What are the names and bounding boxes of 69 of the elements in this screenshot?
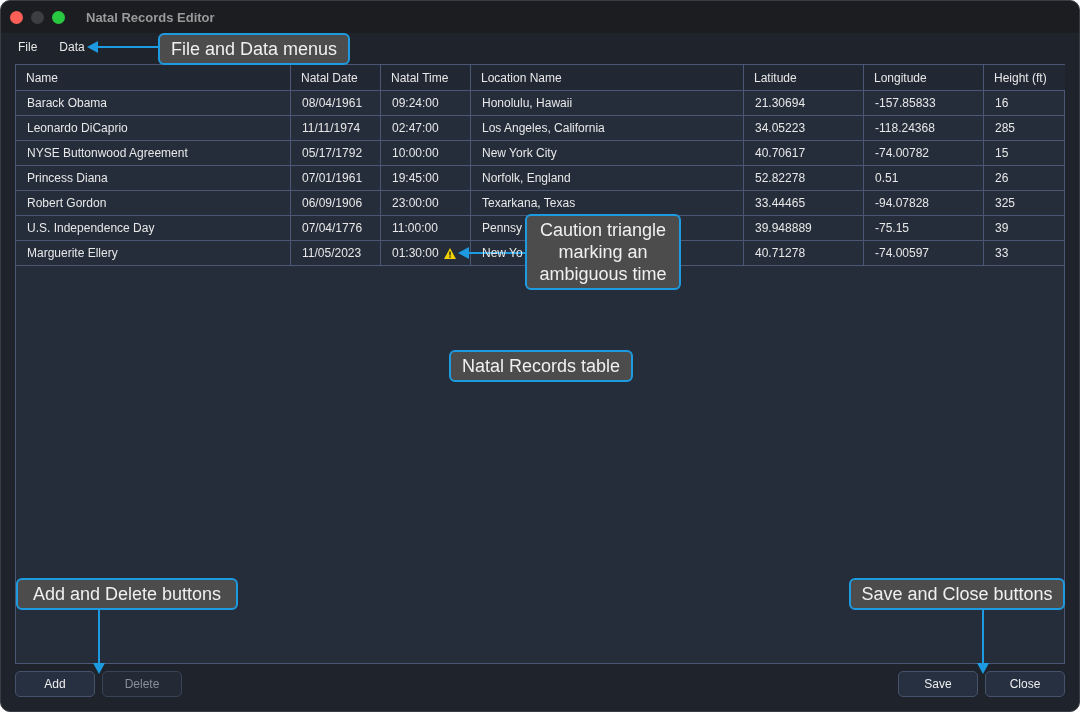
table-cell: Leonardo DiCaprio	[16, 116, 291, 141]
close-button[interactable]: Close	[985, 671, 1065, 697]
column-header[interactable]: Location Name	[471, 65, 744, 91]
table-cell: -157.85833	[864, 91, 984, 116]
table-cell: 11/11/1974	[291, 116, 381, 141]
callout: File and Data menus	[158, 33, 350, 65]
table-cell: 19:45:00	[392, 171, 439, 185]
table-cell: Honolulu, Hawaii	[471, 91, 744, 116]
table-cell: 07/04/1776	[291, 216, 381, 241]
table-cell: 11:00:00	[392, 221, 438, 235]
callout: Natal Records table	[449, 350, 633, 382]
column-header[interactable]: Natal Time	[381, 65, 471, 91]
table-cell: 325	[984, 191, 1065, 216]
column-header[interactable]: Height (ft)	[984, 65, 1065, 91]
table-cell: -118.24368	[864, 116, 984, 141]
table-cell: 33.44465	[744, 191, 864, 216]
table-cell: 52.82278	[744, 166, 864, 191]
menu-item[interactable]: File	[18, 40, 38, 54]
table-cell: 39	[984, 216, 1065, 241]
column-header[interactable]: Natal Date	[291, 65, 381, 91]
table-cell: 23:00:00	[392, 196, 439, 210]
table-cell: 11/05/2023	[291, 241, 381, 266]
table-cell: NYSE Buttonwood Agreement	[16, 141, 291, 166]
menu-item[interactable]: Data	[59, 40, 85, 54]
callout: Save and Close buttons	[849, 578, 1065, 610]
table-cell: 10:00:00	[392, 146, 439, 160]
callout: Add and Delete buttons	[16, 578, 238, 610]
table-cell: 08/04/1961	[291, 91, 381, 116]
callout: Caution triangle marking an ambiguous time	[525, 214, 681, 290]
table-cell: 34.05223	[744, 116, 864, 141]
table-cell: Norfolk, England	[471, 166, 744, 191]
table-cell: 09:24:00	[392, 96, 439, 110]
table-cell: Robert Gordon	[16, 191, 291, 216]
table-cell: -74.00597	[864, 241, 984, 266]
table-cell: 21.30694	[744, 91, 864, 116]
arrow	[87, 40, 158, 54]
table-cell: U.S. Independence Day	[16, 216, 291, 241]
table-cell: 26	[984, 166, 1065, 191]
table-cell: 16	[984, 91, 1065, 116]
close-window-icon[interactable]	[10, 10, 23, 24]
table-cell: Marguerite Ellery	[16, 241, 291, 266]
table-cell: 02:47:00	[392, 121, 439, 135]
column-header[interactable]: Longitude	[864, 65, 984, 91]
column-header[interactable]: Latitude	[744, 65, 864, 91]
table-cell: 15	[984, 141, 1065, 166]
table-cell: -74.00782	[864, 141, 984, 166]
table-cell: 33	[984, 241, 1065, 266]
table-cell: 05/17/1792	[291, 141, 381, 166]
arrow	[92, 609, 106, 674]
table-cell: 01:30:00	[392, 246, 439, 260]
table-cell: 06/09/1906	[291, 191, 381, 216]
table-cell: -75.15	[864, 216, 984, 241]
zoom-window-icon[interactable]	[52, 10, 65, 24]
window-title: Natal Records Editor	[86, 9, 215, 25]
table-cell: -94.07828	[864, 191, 984, 216]
add-button[interactable]: Add	[15, 671, 95, 697]
table-cell: 07/01/1961	[291, 166, 381, 191]
table-cell: 285	[984, 116, 1065, 141]
column-header[interactable]: Name	[16, 65, 291, 91]
table-cell: Princess Diana	[16, 166, 291, 191]
table-cell: Los Angeles, California	[471, 116, 744, 141]
table-cell: 40.71278	[744, 241, 864, 266]
arrow	[976, 609, 990, 674]
table-cell: 40.70617	[744, 141, 864, 166]
table-cell: 39.948889	[744, 216, 864, 241]
save-button[interactable]: Save	[898, 671, 978, 697]
table-cell: New York City	[471, 141, 744, 166]
table-cell: 0.51	[864, 166, 984, 191]
table-cell: Barack Obama	[16, 91, 291, 116]
